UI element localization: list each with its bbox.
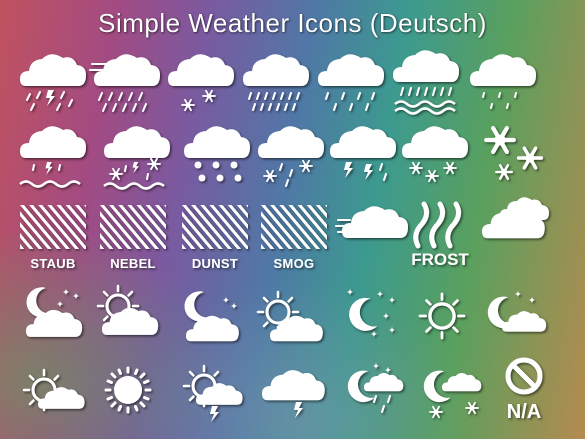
cloud-snow-rain-icon — [258, 126, 324, 187]
icon-sheet: STAUB NEBEL DUNST SMOG FROST N/A — [19, 50, 549, 423]
cloud-thunderstorm-icon — [330, 126, 396, 181]
snowflakes-icon — [486, 128, 544, 180]
sun-clouds-icon — [96, 284, 159, 335]
fog-icon — [100, 205, 166, 249]
moon-cloud-snow-icon — [423, 370, 482, 419]
cloud-rain-flood-icon — [19, 126, 86, 188]
cloud-snowflakes-icon — [402, 126, 468, 183]
frost-icon — [413, 201, 462, 249]
cloud-light-rain-icon — [318, 54, 384, 111]
sun-cloud-outline-icon — [22, 368, 85, 412]
label-staub: STAUB — [30, 256, 75, 271]
cloud-thunder-icon — [262, 370, 325, 418]
label-dunst: DUNST — [192, 256, 238, 271]
clouds-icon — [482, 197, 549, 239]
cloud-drizzle-icon — [470, 54, 536, 109]
cloud-sleet-flood-icon — [103, 126, 170, 190]
label-smog: SMOG — [274, 256, 315, 271]
dust-icon — [20, 205, 86, 249]
sun-bright-icon — [104, 366, 152, 414]
label-nebel: NEBEL — [110, 256, 156, 271]
label-frost: FROST — [411, 250, 469, 269]
cloud-thunder-rain-icon — [20, 54, 86, 111]
cloud-rain-waves-icon — [393, 50, 459, 115]
cloud-wind-rain-icon — [89, 54, 160, 112]
windy-cloud-icon — [335, 206, 408, 238]
haze-icon — [182, 205, 248, 249]
moon-cloud-small-icon — [487, 291, 547, 332]
cloud-hail-icon — [184, 126, 250, 182]
moon-cloud-icon — [184, 291, 239, 342]
cloud-snow-icon — [168, 54, 234, 112]
moon-stars-icon — [347, 289, 395, 337]
moon-cloud-rain-icon — [347, 363, 404, 413]
moon-stars-cloud-icon — [26, 287, 83, 337]
label-na: N/A — [507, 401, 541, 423]
sun-thunder-icon — [182, 364, 243, 422]
sun-cloud-icon — [256, 290, 323, 342]
sun-icon — [418, 292, 466, 340]
not-available-icon — [505, 357, 543, 395]
smog-icon — [261, 205, 327, 249]
cloud-heavy-rain-icon — [243, 54, 309, 111]
